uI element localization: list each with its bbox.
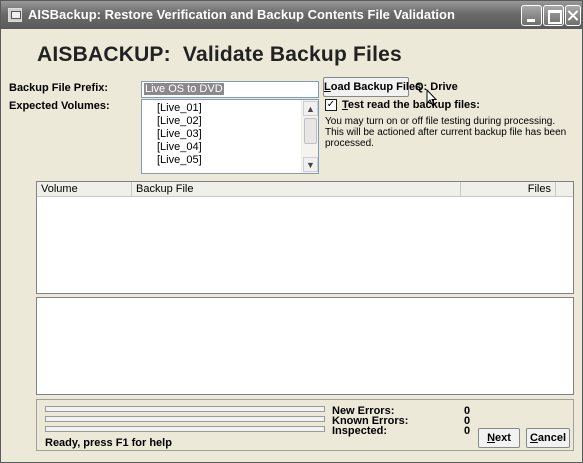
volumes-scrollbar[interactable]: ▲ ▼: [301, 100, 318, 173]
column-header-filler: [556, 182, 573, 197]
progress-bar: [45, 416, 325, 422]
minimize-button[interactable]: [521, 5, 542, 26]
backup-prefix-label: Backup File Prefix:: [9, 82, 109, 94]
list-item[interactable]: [Live_02]: [157, 115, 202, 128]
processing-log-panel[interactable]: [36, 297, 574, 395]
backup-prefix-value: Live OS to DVD: [144, 83, 224, 95]
inspected-label: Inspected:: [332, 425, 388, 437]
backup-prefix-input[interactable]: Live OS to DVD: [141, 81, 319, 98]
scroll-down-arrow-icon[interactable]: ▼: [303, 157, 318, 172]
inspected-value: 0: [464, 425, 471, 437]
status-message: Ready, press F1 for help: [45, 437, 172, 449]
cancel-button[interactable]: Cancel: [526, 428, 570, 448]
column-header-volume[interactable]: Volume: [37, 182, 132, 197]
list-item[interactable]: [Live_01]: [157, 102, 202, 115]
main-window: AISBackup: Restore Verification and Back…: [0, 0, 583, 463]
test-read-checkbox[interactable]: ✓: [325, 99, 337, 111]
scroll-thumb[interactable]: [304, 118, 317, 144]
progress-bar: [45, 426, 325, 432]
progress-bar: [45, 406, 325, 412]
list-item[interactable]: [Live_03]: [157, 128, 202, 141]
list-item[interactable]: [Live_05]: [157, 154, 202, 167]
page-title: AISBACKUP: Validate Backup Files: [37, 43, 402, 66]
expected-volumes-label: Expected Volumes:: [9, 100, 110, 112]
status-panel: New Errors: 0 Known Errors: 0 Inspected:…: [36, 399, 574, 451]
column-header-files[interactable]: Files: [461, 182, 556, 197]
title-bar[interactable]: AISBackup: Restore Verification and Back…: [1, 1, 582, 29]
test-read-label-text: Test read the backup files:: [342, 99, 480, 111]
list-item[interactable]: [Live_04]: [157, 141, 202, 154]
cancel-button-label: Cancel: [529, 432, 567, 444]
test-read-label[interactable]: Test read the backup files:: [342, 99, 480, 111]
expected-volumes-list[interactable]: [Live_01] [Live_02] [Live_03] [Live_04] …: [141, 99, 319, 174]
maximize-button[interactable]: [543, 5, 564, 26]
column-header-backup-file[interactable]: Backup File: [132, 182, 461, 197]
test-read-help-text: You may turn on or off file testing duri…: [325, 116, 567, 149]
load-backup-files-button[interactable]: Load Backup Files: [323, 77, 421, 97]
close-button[interactable]: [565, 5, 581, 26]
window-title: AISBackup: Restore Verification and Back…: [28, 7, 455, 22]
app-window-icon[interactable]: [8, 8, 22, 22]
scroll-up-arrow-icon[interactable]: ▲: [303, 101, 318, 116]
next-button-label: Next: [487, 432, 511, 444]
load-backup-files-label: Load Backup Files: [324, 81, 422, 93]
backup-files-table[interactable]: Volume Backup File Files: [36, 181, 574, 294]
next-button[interactable]: Next: [478, 428, 520, 448]
